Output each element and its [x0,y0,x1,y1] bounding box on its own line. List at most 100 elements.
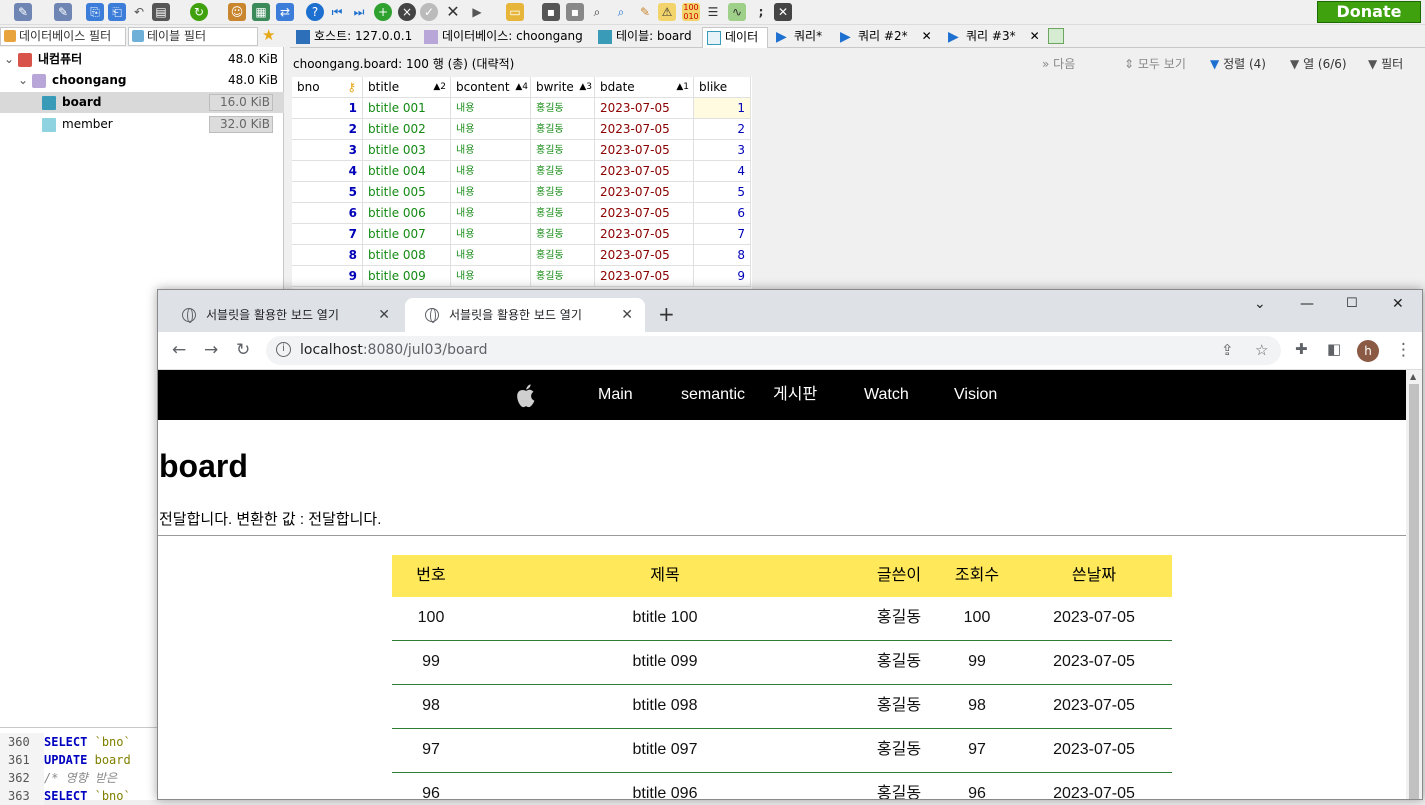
close-tab-icon[interactable]: ✕ [774,3,792,21]
grid-row[interactable]: 6 btitle 006 내용 홍길동 2023-07-05 6 [292,203,752,224]
new-tab-button[interactable]: + [658,302,675,326]
first-record-icon[interactable]: ⏮ [328,3,346,21]
sort-button[interactable]: ▼ 정렬 (4) [1210,55,1266,72]
grid-cell-bdate[interactable]: 2023-07-05 [595,266,694,287]
grid-cell-blike[interactable]: 5 [694,182,751,203]
grid-cell-bno[interactable]: 7 [292,224,363,245]
grid-cell-btitle[interactable]: btitle 001 [363,98,451,119]
grid-cell-btitle[interactable]: btitle 008 [363,245,451,266]
column-header-bno[interactable]: bno ⚷ [292,77,363,98]
save-icon[interactable]: ▪ [542,3,560,21]
grid-cell-bdate[interactable]: 2023-07-05 [595,140,694,161]
show-all-button[interactable]: ⇕ 모두 보기 [1124,55,1186,72]
grid-cell-bno[interactable]: 8 [292,245,363,266]
grid-cell-bwrite[interactable]: 홍길동 [531,224,595,245]
copy-icon[interactable]: ⎘ [86,3,104,21]
grid-cell-bcontent[interactable]: 내용 [451,224,531,245]
grid-cell-bno[interactable]: 3 [292,140,363,161]
nav-link-watch[interactable]: Watch [864,370,909,420]
grid-cell-bwrite[interactable]: 홍길동 [531,161,595,182]
column-header-btitle[interactable]: btitle ▲2 [363,77,451,98]
close-icon[interactable]: ✕ [621,298,633,332]
grid-row[interactable]: 4 btitle 004 내용 홍길동 2023-07-05 4 [292,161,752,182]
grid-row[interactable]: 5 btitle 005 내용 홍길동 2023-07-05 5 [292,182,752,203]
last-record-icon[interactable]: ⏭ [350,3,368,21]
next-button[interactable]: » 다음 [1042,55,1075,72]
wrap-icon[interactable]: ☰ [704,3,722,21]
cell-title[interactable]: btitle 096 [532,773,798,799]
tree-node-table-member[interactable]: member 32.0 KiB [0,114,284,135]
grid-cell-bno[interactable]: 4 [292,161,363,182]
grid-cell-bcontent[interactable]: 내용 [451,245,531,266]
grid-row[interactable]: 9 btitle 009 내용 홍길동 2023-07-05 9 [292,266,752,287]
tab-database[interactable]: 데이터베이스: choongang [420,27,590,48]
grid-cell-bcontent[interactable]: 내용 [451,119,531,140]
filter-button[interactable]: ▼ 필터 [1368,55,1403,72]
close-icon[interactable]: ✕ [922,29,932,43]
grid-cell-blike[interactable]: 9 [694,266,751,287]
cell-title[interactable]: btitle 100 [532,597,798,639]
new-query-tab-icon[interactable] [1048,28,1064,44]
cell-title[interactable]: btitle 099 [532,641,798,683]
grid-cell-btitle[interactable]: btitle 003 [363,140,451,161]
tab-table[interactable]: 테이블: board [594,27,702,48]
sql-log[interactable]: 360 SELECT `bno` 361 UPDATE board 362/* 영향… [0,727,160,805]
connect-icon[interactable]: ✎ [14,3,32,21]
format-sql-icon[interactable]: ✎ [636,3,654,21]
cell-title[interactable]: btitle 098 [532,685,798,727]
columns-button[interactable]: ▼ 열 (6/6) [1290,55,1347,72]
table-row[interactable]: 98 btitle 098 홍길동 98 2023-07-05 [392,685,1172,729]
tab-data[interactable]: 데이터 [702,27,768,48]
minimize-icon[interactable]: — [1300,296,1314,312]
grid-cell-bno[interactable]: 9 [292,266,363,287]
binary-icon[interactable]: 100 010 [682,3,700,21]
run-query-icon[interactable]: ▶ [468,3,486,21]
semicolon-icon[interactable]: ; [752,3,770,21]
grid-cell-bwrite[interactable]: 홍길동 [531,203,595,224]
url-field[interactable]: i localhost:8080/jul03/board ⇪ ☆ [266,336,1281,365]
grid-cell-bdate[interactable]: 2023-07-05 [595,203,694,224]
refresh-icon[interactable]: ↻ [190,3,208,21]
grid-row[interactable]: 1 btitle 001 내용 홍길동 2023-07-05 1 [292,98,752,119]
info-icon[interactable]: i [276,342,291,357]
grid-cell-btitle[interactable]: btitle 005 [363,182,451,203]
save-snippet-icon[interactable]: ▪ [566,3,584,21]
grid-row[interactable]: 7 btitle 007 내용 홍길동 2023-07-05 7 [292,224,752,245]
donate-button[interactable]: Donate [1317,1,1421,23]
nav-link-vision[interactable]: Vision [954,370,997,420]
grid-cell-bdate[interactable]: 2023-07-05 [595,182,694,203]
delete-row-icon[interactable]: × [398,3,416,21]
nav-link-board[interactable]: 게시판 [773,370,817,420]
grid-cell-bdate[interactable]: 2023-07-05 [595,119,694,140]
grid-cell-bcontent[interactable]: 내용 [451,182,531,203]
tab-search-icon[interactable]: ⌄ [1254,296,1266,312]
data-grid[interactable]: bno ⚷ btitle ▲2 bcontent ▲4 bwrite ▲3 bdate ▲… [292,77,752,292]
grid-cell-blike[interactable]: 6 [694,203,751,224]
database-filter-input[interactable]: 데이터베이스 필터 [0,27,126,46]
autocomplete-icon[interactable]: ∿ [728,3,746,21]
grid-cell-blike[interactable]: 8 [694,245,751,266]
cancel-icon[interactable]: ✕ [444,3,462,21]
tab-query-1[interactable]: ▶ 쿼리* [772,27,832,48]
tab-query-3[interactable]: ▶ 쿼리 #3* ✕ [944,27,1056,48]
grid-cell-bcontent[interactable]: 내용 [451,161,531,182]
grid-cell-bno[interactable]: 5 [292,182,363,203]
grid-cell-bdate[interactable]: 2023-07-05 [595,224,694,245]
extensions-icon[interactable]: ✚ [1295,340,1308,358]
grid-cell-bwrite[interactable]: 홍길동 [531,119,595,140]
grid-row[interactable]: 3 btitle 003 내용 홍길동 2023-07-05 3 [292,140,752,161]
grid-cell-btitle[interactable]: btitle 006 [363,203,451,224]
column-header-bdate[interactable]: bdate ▲1 [595,77,694,98]
close-icon[interactable]: ✕ [1030,29,1040,43]
grid-cell-bdate[interactable]: 2023-07-05 [595,98,694,119]
browser-tab-1[interactable]: 서블릿을 활용한 보드 열기 ✕ [162,298,402,332]
table-filter-input[interactable]: 테이블 필터 [128,27,258,46]
tree-node-database[interactable]: ⌄ choongang 48.0 KiB [0,70,284,91]
browser-tab-2[interactable]: 서블릿을 활용한 보드 열기 ✕ [405,298,645,332]
grid-cell-bwrite[interactable]: 홍길동 [531,245,595,266]
grid-cell-bcontent[interactable]: 내용 [451,98,531,119]
grid-row[interactable]: 2 btitle 002 내용 홍길동 2023-07-05 2 [292,119,752,140]
scroll-up-icon[interactable]: ▲ [1410,372,1416,381]
transfer-icon[interactable]: ⇄ [276,3,294,21]
tree-node-computer[interactable]: ⌄ 내컴퓨터 48.0 KiB [0,49,284,70]
